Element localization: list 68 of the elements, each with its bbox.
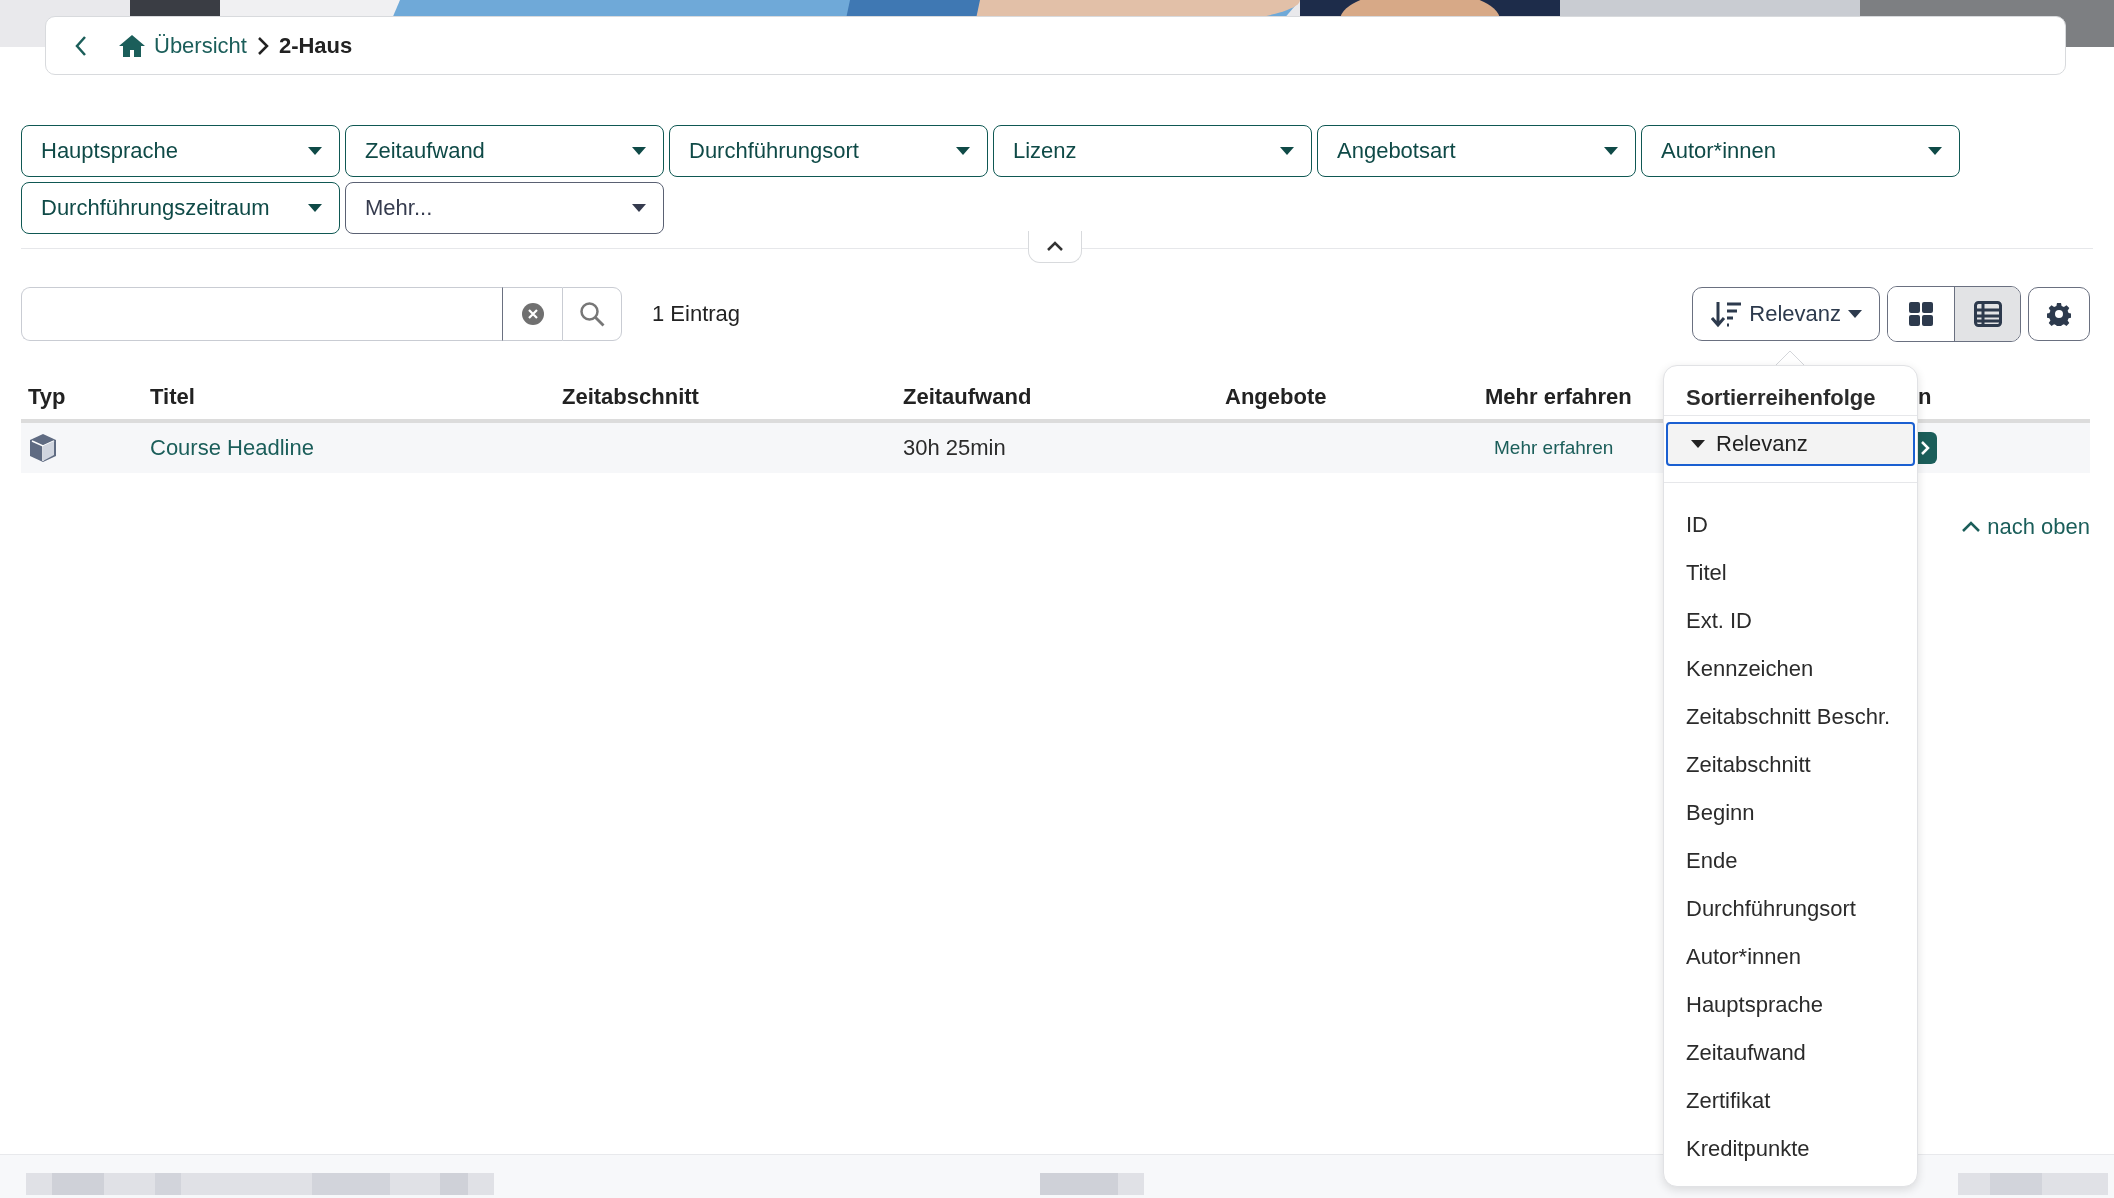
- search-button[interactable]: [562, 287, 622, 341]
- current-sort-option[interactable]: Relevanz: [1666, 422, 1915, 466]
- column-header: Angebote: [1225, 384, 1327, 410]
- menu-item[interactable]: Kennzeichen: [1664, 645, 1917, 693]
- menu-item[interactable]: Durchführungsort: [1664, 885, 1917, 933]
- back-to-top-link[interactable]: nach oben: [1961, 514, 2090, 540]
- filter-dropdown[interactable]: Zeitaufwand: [345, 125, 664, 177]
- menu-item[interactable]: ID: [1664, 501, 1917, 549]
- sort-icon: [1711, 300, 1744, 328]
- menu-item[interactable]: Zertifikat: [1664, 1077, 1917, 1125]
- column-header: Mehr erfahren: [1485, 384, 1632, 410]
- filter-dropdown[interactable]: Lizenz: [993, 125, 1312, 177]
- list-view-button[interactable]: [1954, 287, 2020, 341]
- menu-item[interactable]: Ende: [1664, 837, 1917, 885]
- cube-icon: [28, 433, 58, 463]
- learn-more-link[interactable]: Mehr erfahren: [1494, 437, 1614, 459]
- sort-button[interactable]: Relevanz: [1692, 287, 1880, 341]
- settings-icon: [2047, 302, 2071, 326]
- breadcrumb-link[interactable]: Übersicht: [118, 32, 247, 59]
- menu-item[interactable]: Zeitaufwand: [1664, 1029, 1917, 1077]
- course-title-link[interactable]: Course Headline: [150, 435, 314, 461]
- search-icon: [579, 301, 605, 327]
- settings-button[interactable]: [2028, 287, 2090, 341]
- filter-dropdown[interactable]: Angebotsart: [1317, 125, 1636, 177]
- menu-item[interactable]: Zeitabschnitt Beschr.: [1664, 693, 1917, 741]
- duration-cell: 30h 25min: [903, 435, 1006, 461]
- chevron-up-icon: [1046, 241, 1064, 252]
- column-header: Titel: [150, 384, 195, 410]
- filter-dropdown[interactable]: Hauptsprache: [21, 125, 340, 177]
- column-header: Typ: [28, 384, 66, 410]
- caret-icon: [1603, 146, 1619, 156]
- chevron-right-icon: [256, 35, 269, 56]
- collapse-button[interactable]: [1028, 231, 1082, 263]
- home-icon: [118, 33, 146, 58]
- caret-icon: [307, 203, 323, 213]
- filter-dropdown[interactable]: Durchführungszeitraum: [21, 182, 340, 234]
- menu-item[interactable]: Ext. ID: [1664, 597, 1917, 645]
- caret-icon: [1690, 439, 1706, 449]
- result-count: 1 Eintrag: [652, 301, 741, 327]
- clear-icon: [520, 302, 545, 326]
- more-filters-dropdown[interactable]: Mehr...: [345, 182, 664, 234]
- caret-icon: [307, 146, 323, 156]
- menu-item[interactable]: Beginn: [1664, 789, 1917, 837]
- menu-item[interactable]: Titel: [1664, 549, 1917, 597]
- chevron-up-icon: [1961, 521, 1982, 533]
- search-field[interactable]: [21, 287, 502, 341]
- column-header: n: [1918, 384, 1932, 410]
- clear-button[interactable]: [502, 287, 562, 341]
- menu-item[interactable]: Hauptsprache: [1664, 981, 1917, 1029]
- chevron-right-icon: [1920, 440, 1930, 456]
- column-header: Zeitabschnitt: [562, 384, 699, 410]
- caret-icon: [1927, 146, 1943, 156]
- menu-item[interactable]: Kreditpunkte: [1664, 1125, 1917, 1173]
- breadcrumb-current: 2-Haus: [278, 32, 353, 59]
- filter-dropdown[interactable]: Autor*innen: [1641, 125, 1960, 177]
- menu-item[interactable]: Zeitabschnitt: [1664, 741, 1917, 789]
- caret-icon: [1847, 309, 1863, 319]
- filter-dropdown[interactable]: Durchführungsort: [669, 125, 988, 177]
- column-header: Zeitaufwand: [903, 384, 1032, 410]
- list-view-icon: [1973, 301, 2002, 327]
- menu-title: Sortierreihenfolge: [1664, 366, 1917, 416]
- menu-item[interactable]: Autor*innen: [1664, 933, 1917, 981]
- grid-view-icon: [1908, 301, 1934, 327]
- caret-icon: [631, 203, 647, 213]
- caret-icon: [955, 146, 971, 156]
- chevron-left-icon: [74, 34, 88, 57]
- caret-icon: [631, 146, 647, 156]
- caret-icon: [1279, 146, 1295, 156]
